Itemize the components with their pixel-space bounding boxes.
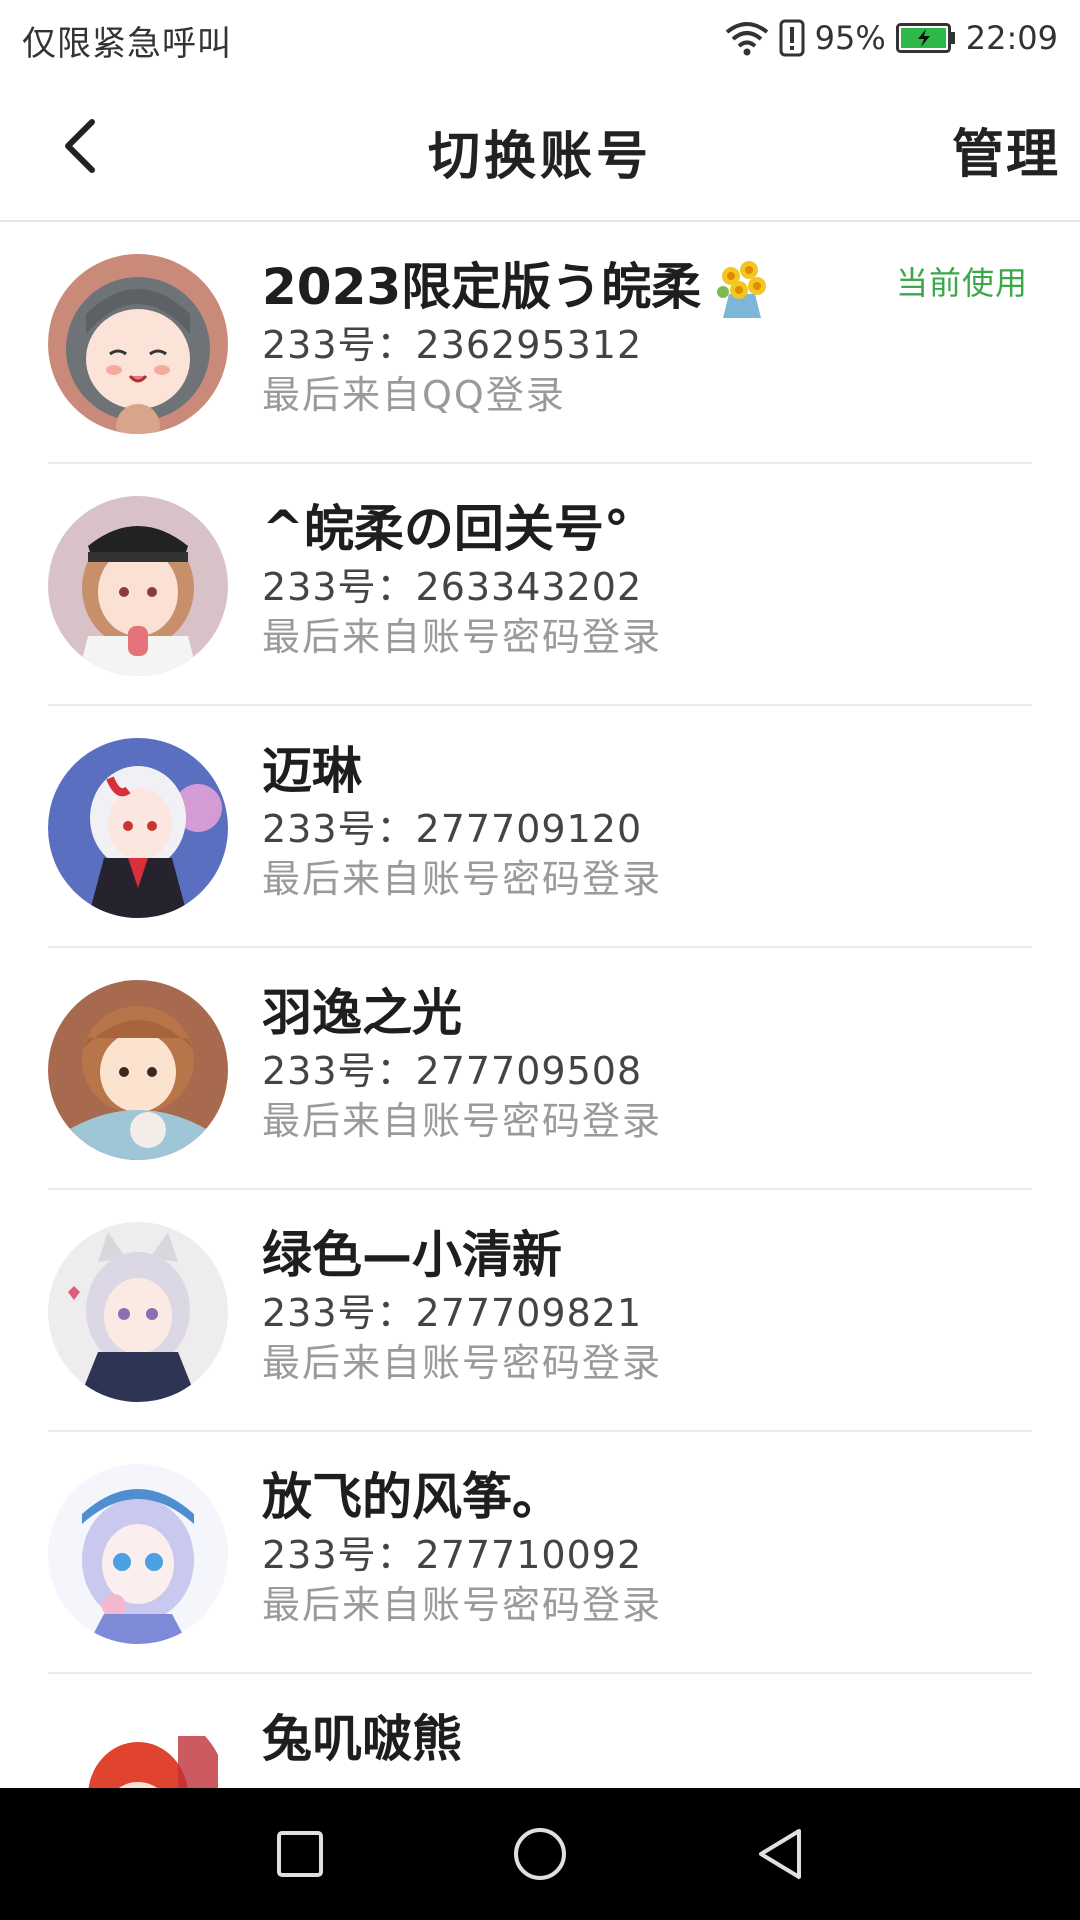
account-id xyxy=(262,1772,1032,1788)
account-name: 放飞的风筝。 xyxy=(262,1468,562,1526)
home-icon xyxy=(514,1828,566,1880)
status-bar: 仅限紧急呼叫 95% 22:09 xyxy=(0,0,1080,76)
battery-percent: 95% xyxy=(814,19,886,57)
account-login-source: 最后来自账号密码登录 xyxy=(262,1583,663,1627)
account-item[interactable]: 迈琳 233号：277709120 最后来自账号密码登录 xyxy=(0,706,1080,948)
avatar xyxy=(48,1706,228,1788)
account-item[interactable]: 2023限定版う皖柔 233号：236295312 最后来自QQ登录 当前使用 xyxy=(0,222,1080,464)
account-name: 绿色—小清新 xyxy=(262,1226,562,1284)
account-id: 233号：277710092 xyxy=(262,1533,643,1577)
home-button[interactable] xyxy=(510,1824,570,1884)
alert-icon xyxy=(779,19,805,57)
avatar xyxy=(48,254,228,434)
account-info: 绿色—小清新 233号：277709821 最后来自账号密码登录 xyxy=(262,1222,1032,1388)
battery-charging-icon xyxy=(895,23,956,53)
page-title: 切换账号 xyxy=(427,127,652,187)
avatar xyxy=(48,738,228,918)
account-name: 迈琳 xyxy=(262,742,362,800)
account-info: 迈琳 233号：277709120 最后来自账号密码登录 xyxy=(262,738,1032,904)
account-name: 羽逸之光 xyxy=(262,984,462,1042)
account-item[interactable]: 羽逸之光 233号：277709508 最后来自账号密码登录 xyxy=(0,948,1080,1190)
account-item[interactable]: ^皖柔の回关号° 233号：263343202 最后来自账号密码登录 xyxy=(0,464,1080,706)
avatar xyxy=(48,496,228,676)
avatar xyxy=(48,1222,228,1402)
account-id: 233号：277709120 xyxy=(262,807,643,851)
account-name: ^皖柔の回关号° xyxy=(262,500,629,558)
account-info: ^皖柔の回关号° 233号：263343202 最后来自账号密码登录 xyxy=(262,496,1032,662)
title-bar: 切换账号 管理 xyxy=(0,76,1080,222)
system-back-button[interactable] xyxy=(750,1824,810,1884)
account-login-source: 最后来自账号密码登录 xyxy=(262,1341,663,1385)
system-nav-bar xyxy=(0,1788,1080,1920)
account-id: 233号：277709508 xyxy=(262,1049,643,1093)
account-id: 233号：236295312 xyxy=(262,323,643,367)
account-login-source: 最后来自QQ登录 xyxy=(262,373,566,417)
account-info: 放飞的风筝。 233号：277710092 最后来自账号密码登录 xyxy=(262,1464,1032,1630)
account-name: 兔叽啵熊 xyxy=(262,1710,462,1768)
wifi-icon xyxy=(725,20,769,56)
current-account-badge: 当前使用 xyxy=(895,264,1028,302)
account-list: 2023限定版う皖柔 233号：236295312 最后来自QQ登录 当前使用 xyxy=(0,222,1080,1788)
account-id: 233号：263343202 xyxy=(262,565,643,609)
account-item[interactable]: 兔叽啵熊 xyxy=(0,1674,1080,1788)
status-icons: 95% 22:09 xyxy=(725,14,1058,62)
account-name-text: 2023限定版う皖柔 xyxy=(262,258,702,316)
account-item[interactable]: 绿色—小清新 233号：277709821 最后来自账号密码登录 xyxy=(0,1190,1080,1432)
recent-apps-button[interactable] xyxy=(270,1824,330,1884)
avatar xyxy=(48,980,228,1160)
account-info: 兔叽啵熊 xyxy=(262,1706,1032,1788)
back-triangle-icon xyxy=(759,1829,801,1879)
account-login-source: 最后来自账号密码登录 xyxy=(262,857,663,901)
account-login-source: 最后来自账号密码登录 xyxy=(262,1099,663,1143)
recent-apps-icon xyxy=(277,1831,323,1877)
clock: 22:09 xyxy=(965,19,1058,57)
account-id: 233号：277709821 xyxy=(262,1291,643,1335)
account-login-source: 最后来自账号密码登录 xyxy=(262,615,663,659)
manage-button[interactable]: 管理 xyxy=(952,112,1060,187)
account-info: 羽逸之光 233号：277709508 最后来自账号密码登录 xyxy=(262,980,1032,1146)
avatar xyxy=(48,1464,228,1644)
bouquet-icon xyxy=(717,261,767,318)
carrier-text: 仅限紧急呼叫 xyxy=(22,24,232,64)
account-item[interactable]: 放飞的风筝。 233号：277710092 最后来自账号密码登录 xyxy=(0,1432,1080,1674)
